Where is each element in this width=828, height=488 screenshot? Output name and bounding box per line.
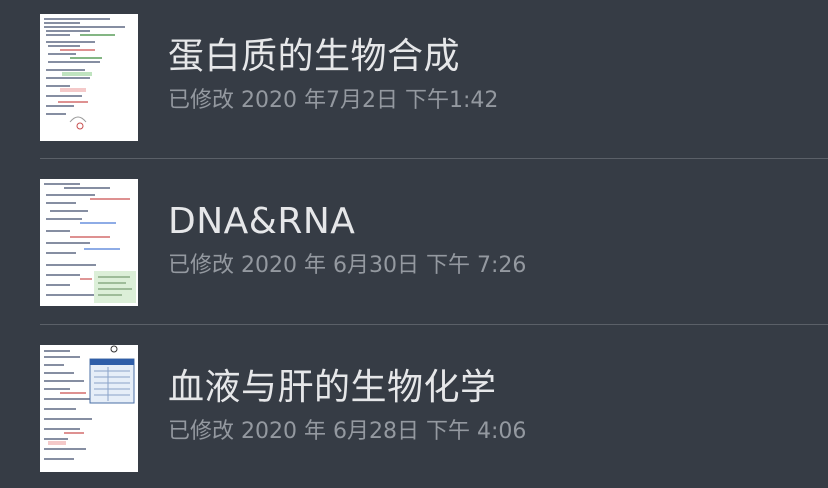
- note-thumbnail[interactable]: [40, 179, 138, 306]
- row-divider: [40, 324, 828, 325]
- row-divider: [40, 158, 828, 159]
- note-thumbnail[interactable]: [40, 345, 138, 472]
- note-title: DNA&RNA: [168, 201, 356, 242]
- note-item[interactable]: 血液与肝的生物化学 已修改 2020 年 6月28日 下午 4:06: [0, 331, 828, 488]
- note-modified-date: 已修改 2020 年 6月30日 下午 7:26: [168, 253, 527, 278]
- note-modified-date: 已修改 2020 年7月2日 下午1:42: [168, 88, 499, 113]
- note-item[interactable]: 蛋白质的生物合成 已修改 2020 年7月2日 下午1:42: [0, 0, 828, 165]
- notes-list: 蛋白质的生物合成 已修改 2020 年7月2日 下午1:42 DNA&RNA 已…: [0, 0, 828, 488]
- note-item[interactable]: DNA&RNA 已修改 2020 年 6月30日 下午 7:26: [0, 165, 828, 330]
- note-modified-date: 已修改 2020 年 6月28日 下午 4:06: [168, 419, 527, 444]
- note-thumbnail[interactable]: [40, 14, 138, 141]
- note-title: 蛋白质的生物合成: [168, 36, 461, 77]
- note-title: 血液与肝的生物化学: [168, 367, 497, 408]
